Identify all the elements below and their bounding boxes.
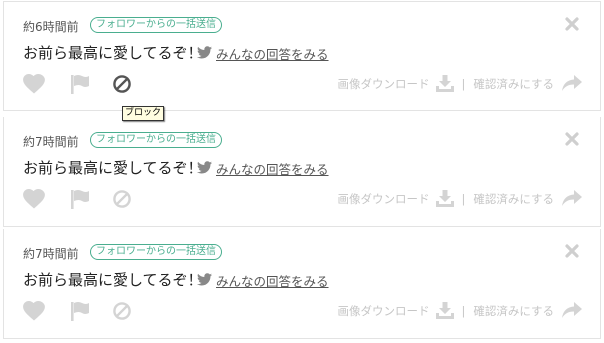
action-separator: | (461, 76, 466, 91)
share-icon[interactable] (562, 190, 582, 207)
download-icon[interactable] (435, 190, 454, 207)
twitter-icon (197, 160, 212, 177)
mark-confirmed-button[interactable]: 確認済みにする (473, 303, 554, 319)
flag-icon[interactable] (68, 72, 92, 96)
flag-icon[interactable] (68, 299, 92, 323)
block-tooltip: ブロック (122, 106, 165, 121)
share-icon[interactable] (562, 302, 582, 319)
bulk-send-badge: フォロワーからの一括送信 (90, 17, 222, 33)
flag-icon[interactable] (68, 187, 92, 211)
close-icon[interactable] (564, 16, 580, 32)
twitter-icon (197, 45, 212, 62)
heart-icon[interactable] (22, 299, 46, 323)
close-icon[interactable] (564, 243, 580, 259)
block-icon[interactable] (110, 187, 134, 211)
block-icon[interactable] (110, 299, 134, 323)
twitter-answers-link[interactable]: みんなの回答をみる (197, 159, 329, 178)
twitter-icon (197, 272, 212, 289)
heart-icon[interactable] (22, 187, 46, 211)
image-download-button[interactable]: 画像ダウンロード (338, 303, 430, 319)
bulk-send-badge: フォロワーからの一括送信 (90, 244, 222, 260)
twitter-link-label: みんなの回答をみる (216, 274, 329, 289)
download-icon[interactable] (435, 75, 454, 92)
twitter-link-label: みんなの回答をみる (216, 162, 329, 177)
post-card: 約7時間前 フォロワーからの一括送信 お前ら最高に愛してるぞ！ みんなの回答をみ… (3, 117, 601, 227)
action-separator: | (461, 191, 466, 206)
action-separator: | (461, 303, 466, 318)
post-actions-right: 画像ダウンロード | 確認済みにする (338, 190, 582, 207)
block-icon[interactable] (110, 72, 134, 96)
image-download-button[interactable]: 画像ダウンロード (338, 191, 430, 207)
post-actions-right: 画像ダウンロード | 確認済みにする (338, 75, 582, 92)
post-actions-right: 画像ダウンロード | 確認済みにする (338, 302, 582, 319)
close-icon[interactable] (564, 131, 580, 147)
image-download-button[interactable]: 画像ダウンロード (338, 76, 430, 92)
post-message: お前ら最高に愛してるぞ！ (23, 271, 203, 289)
post-message: お前ら最高に愛してるぞ！ (23, 44, 203, 62)
post-time: 約7時間前 (23, 247, 79, 261)
post-time: 約7時間前 (23, 135, 79, 149)
post-time: 約6時間前 (23, 20, 79, 34)
twitter-answers-link[interactable]: みんなの回答をみる (197, 271, 329, 290)
mark-confirmed-button[interactable]: 確認済みにする (473, 76, 554, 92)
share-icon[interactable] (562, 75, 582, 92)
post-card: 約6時間前 フォロワーからの一括送信 お前ら最高に愛してるぞ！ みんなの回答をみ… (3, 1, 601, 111)
post-card: 約7時間前 フォロワーからの一括送信 お前ら最高に愛してるぞ！ みんなの回答をみ… (3, 229, 601, 339)
heart-icon[interactable] (22, 72, 46, 96)
twitter-link-label: みんなの回答をみる (216, 47, 329, 62)
download-icon[interactable] (435, 302, 454, 319)
post-message: お前ら最高に愛してるぞ！ (23, 159, 203, 177)
twitter-answers-link[interactable]: みんなの回答をみる (197, 44, 329, 63)
bulk-send-badge: フォロワーからの一括送信 (90, 132, 222, 148)
mark-confirmed-button[interactable]: 確認済みにする (473, 191, 554, 207)
